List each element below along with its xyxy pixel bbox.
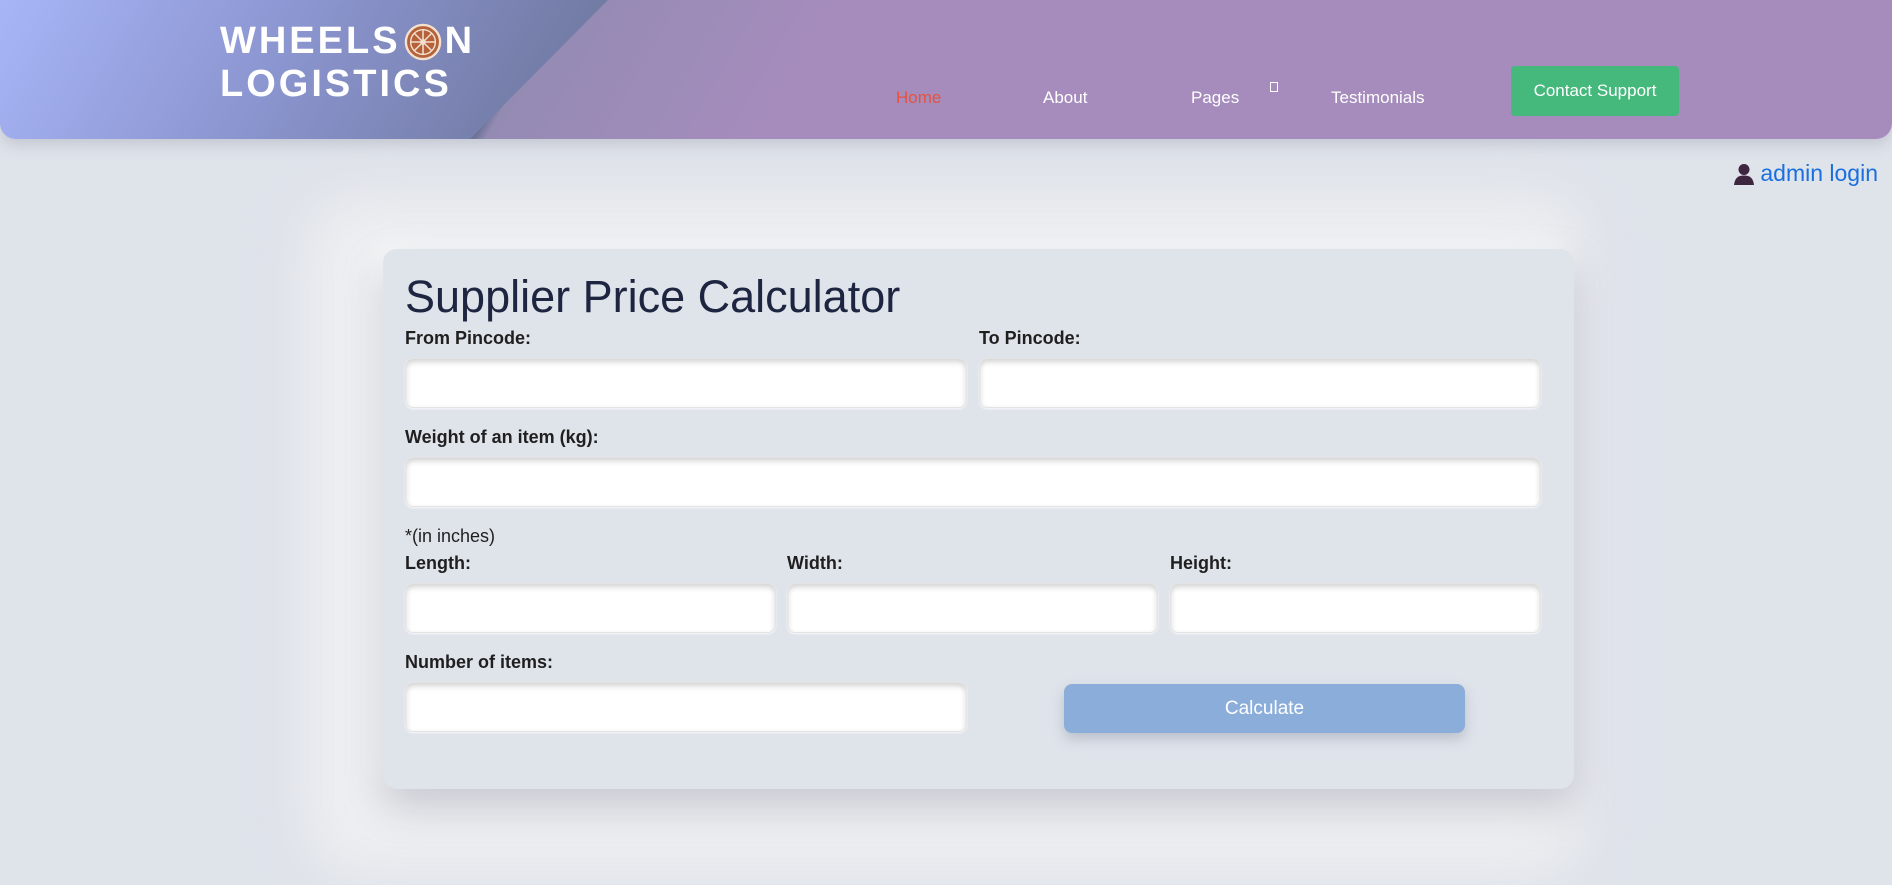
weight-label: Weight of an item (kg): — [405, 427, 599, 447]
number-of-items-label: Number of items: — [405, 652, 554, 672]
from-pincode-input[interactable] — [405, 358, 967, 408]
width-label: Width: — [787, 553, 843, 573]
length-input[interactable] — [405, 583, 776, 633]
wheel-icon — [404, 23, 441, 60]
to-pincode-label: To Pincode: — [979, 328, 1081, 348]
logo-text-n: N — [444, 20, 476, 62]
calculate-button[interactable]: Calculate — [1064, 684, 1465, 733]
chevron-down-icon[interactable] — [1270, 82, 1278, 92]
number-of-items-input[interactable] — [405, 682, 967, 732]
calculator-title: Supplier Price Calculator — [405, 271, 901, 322]
logo-text-wheels: WHEELS — [220, 20, 401, 62]
admin-login-label: admin login — [1760, 160, 1878, 186]
site-header: WHEELS N LOGISTICS Home About Pages Test… — [0, 0, 1892, 139]
nav-about[interactable]: About — [1043, 88, 1087, 108]
length-label: Length: — [405, 553, 471, 573]
price-calculator-card: Supplier Price Calculator From Pincode: … — [383, 249, 1574, 789]
nav-testimonials[interactable]: Testimonials — [1331, 88, 1425, 108]
nav-home[interactable]: Home — [896, 88, 941, 108]
from-pincode-label: From Pincode: — [405, 328, 532, 348]
contact-support-button[interactable]: Contact Support — [1511, 66, 1679, 116]
height-label: Height: — [1170, 553, 1232, 573]
to-pincode-input[interactable] — [979, 358, 1541, 408]
height-input[interactable] — [1170, 583, 1541, 633]
width-input[interactable] — [787, 583, 1158, 633]
user-icon — [1734, 163, 1755, 185]
nav-pages[interactable]: Pages — [1191, 88, 1239, 108]
dimensions-note: *(in inches) — [405, 526, 496, 546]
admin-login-link[interactable]: admin login — [1734, 160, 1878, 187]
weight-input[interactable] — [405, 457, 1541, 507]
